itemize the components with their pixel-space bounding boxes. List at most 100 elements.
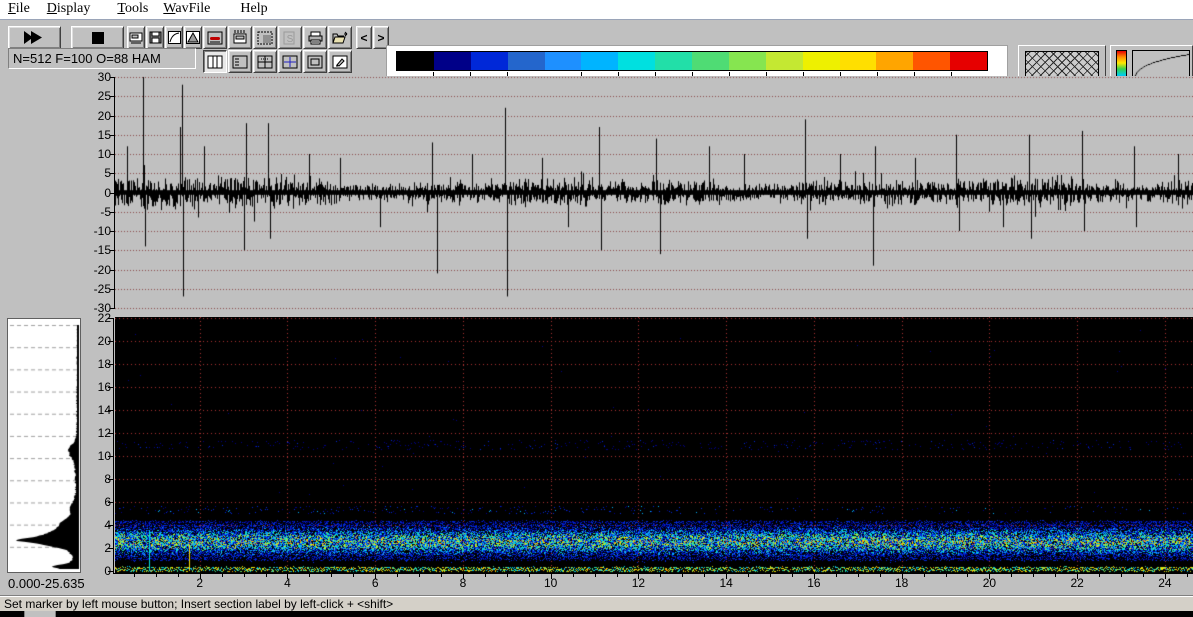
menu-help[interactable]: Help xyxy=(240,0,267,19)
waveform-plot[interactable] xyxy=(115,76,1193,310)
colorbar-segment-7 xyxy=(655,52,692,70)
transfer-curve-button[interactable] xyxy=(165,26,183,49)
audio-device-icon xyxy=(129,32,143,44)
spectrogram-y-axis xyxy=(113,318,114,573)
audio-device-button[interactable] xyxy=(127,26,145,49)
spectrum-display-button[interactable] xyxy=(184,26,202,49)
waveform-y-tick xyxy=(110,269,114,271)
spectrogram-x-tick xyxy=(419,574,420,577)
time-scale-button[interactable] xyxy=(228,26,252,49)
waveform-y-tick xyxy=(110,77,114,78)
menu-tools[interactable]: Tools xyxy=(117,0,148,19)
display-section-icon xyxy=(207,31,223,44)
transfer-curve-icon xyxy=(167,31,181,44)
colorbar-segment-4 xyxy=(544,52,582,70)
layout-inner-frame-button[interactable] xyxy=(303,50,327,73)
prev-button[interactable]: < xyxy=(356,26,372,49)
spectrogram-y-tick-label: 8 xyxy=(83,472,111,486)
average-spectrum-panel[interactable] xyxy=(7,318,81,573)
waveform-y-tick-label: 15 xyxy=(97,127,111,142)
spectrogram-x-tick xyxy=(1121,574,1122,577)
spectrogram-x-tick xyxy=(331,574,332,577)
stop-button[interactable] xyxy=(71,26,124,49)
spectrogram-x-tick xyxy=(1055,574,1056,577)
spectrogram-y-tick-label: 16 xyxy=(97,380,111,394)
layout-left-rule-button[interactable] xyxy=(228,50,252,73)
toolbar: S < > N=512 F=100 O=88 HAM xyxy=(0,21,1193,92)
spectrogram-x-tick xyxy=(880,574,881,577)
spectrogram-y-tick xyxy=(108,571,113,572)
spectrogram-x-tick xyxy=(814,574,815,579)
colorbar-segment-0 xyxy=(397,52,434,70)
spectrogram-x-tick xyxy=(551,574,552,579)
prev-arrow-label: < xyxy=(360,30,368,45)
spectrogram-x-tick xyxy=(573,574,574,577)
menu-display[interactable]: Display xyxy=(47,0,91,19)
spectrogram-x-axis xyxy=(113,573,1193,574)
spectrogram-y-tick-label: 14 xyxy=(97,403,111,417)
waveform-y-tick xyxy=(110,288,114,290)
stop-icon xyxy=(91,31,104,44)
spectrogram-x-tick xyxy=(463,574,464,579)
layout-vertical-button[interactable] xyxy=(203,50,227,73)
bottom-window-tab[interactable] xyxy=(24,611,56,617)
average-spectrum-plot xyxy=(8,319,80,572)
annotate-button[interactable] xyxy=(328,50,352,73)
spectrogram-x-tick xyxy=(529,574,530,577)
spectrogram-y-tick-label: 0 xyxy=(83,564,111,578)
spectrogram-y-tick xyxy=(108,433,113,434)
section-label-icon: S xyxy=(283,31,295,45)
spectrogram-x-tick xyxy=(704,574,705,577)
open-folder-icon xyxy=(331,31,347,43)
spectrogram-x-tick xyxy=(682,574,683,577)
waveform-y-tick xyxy=(110,308,114,309)
waveform-y-tick xyxy=(110,231,114,232)
layout-grid-icon xyxy=(257,55,273,68)
db-colorbar xyxy=(396,51,988,71)
shade-region-button[interactable] xyxy=(253,26,277,49)
spectrogram-x-tick xyxy=(309,574,310,577)
spectrogram-y-tick xyxy=(108,456,113,457)
print-button[interactable] xyxy=(303,26,327,49)
save-icon xyxy=(149,31,161,44)
spectrogram-x-tick xyxy=(200,574,201,579)
spectrogram-x-tick xyxy=(924,574,925,577)
waveform-y-tick-label: 20 xyxy=(97,108,111,123)
annotate-pencil-icon xyxy=(332,55,348,68)
spectrogram-app-window: File Display Tools WavFile Help S < > N=… xyxy=(0,0,1193,617)
spectrogram-x-tick xyxy=(287,574,288,579)
layout-grid-cross-icon xyxy=(282,55,298,68)
layout-left-rule-icon xyxy=(232,55,248,68)
section-label-button-disabled: S xyxy=(278,26,302,49)
save-button[interactable] xyxy=(146,26,164,49)
display-section-button[interactable] xyxy=(203,26,227,49)
spectrogram-x-tick xyxy=(134,574,135,577)
menu-bar: File Display Tools WavFile Help xyxy=(0,0,1193,20)
spectrogram-y-tick xyxy=(108,410,113,411)
colorbar-segment-13 xyxy=(876,52,914,70)
spectrum-icon xyxy=(186,31,200,44)
spectrogram-x-tick xyxy=(967,574,968,577)
svg-text:S: S xyxy=(287,34,294,45)
play-button[interactable] xyxy=(8,26,61,49)
analysis-settings-box: N=512 F=100 O=88 HAM xyxy=(8,48,196,69)
colorbar-segment-11 xyxy=(802,52,840,70)
open-file-button[interactable] xyxy=(328,26,352,49)
spectrogram-x-tick xyxy=(836,574,837,577)
spectrogram-x-tick xyxy=(792,574,793,577)
time-scale-icon xyxy=(233,30,247,44)
spectrogram-plot[interactable] xyxy=(115,317,1193,573)
spectrogram-x-tick xyxy=(244,574,245,577)
waveform-y-tick-label: 30 xyxy=(97,70,111,84)
spectrogram-y-tick-label: 22 xyxy=(97,311,111,325)
spectrogram-x-tick xyxy=(858,574,859,577)
layout-grid-button[interactable] xyxy=(253,50,277,73)
layout-grid-cross-button[interactable] xyxy=(278,50,302,73)
spectrogram-x-tick xyxy=(156,574,157,577)
spectrogram-x-tick xyxy=(397,574,398,577)
spectrogram-x-tick xyxy=(638,574,639,579)
spectrogram-x-tick xyxy=(946,574,947,577)
menu-wavfile[interactable]: WavFile xyxy=(163,0,210,19)
waveform-y-tick xyxy=(110,192,114,194)
menu-file[interactable]: File xyxy=(8,0,30,19)
